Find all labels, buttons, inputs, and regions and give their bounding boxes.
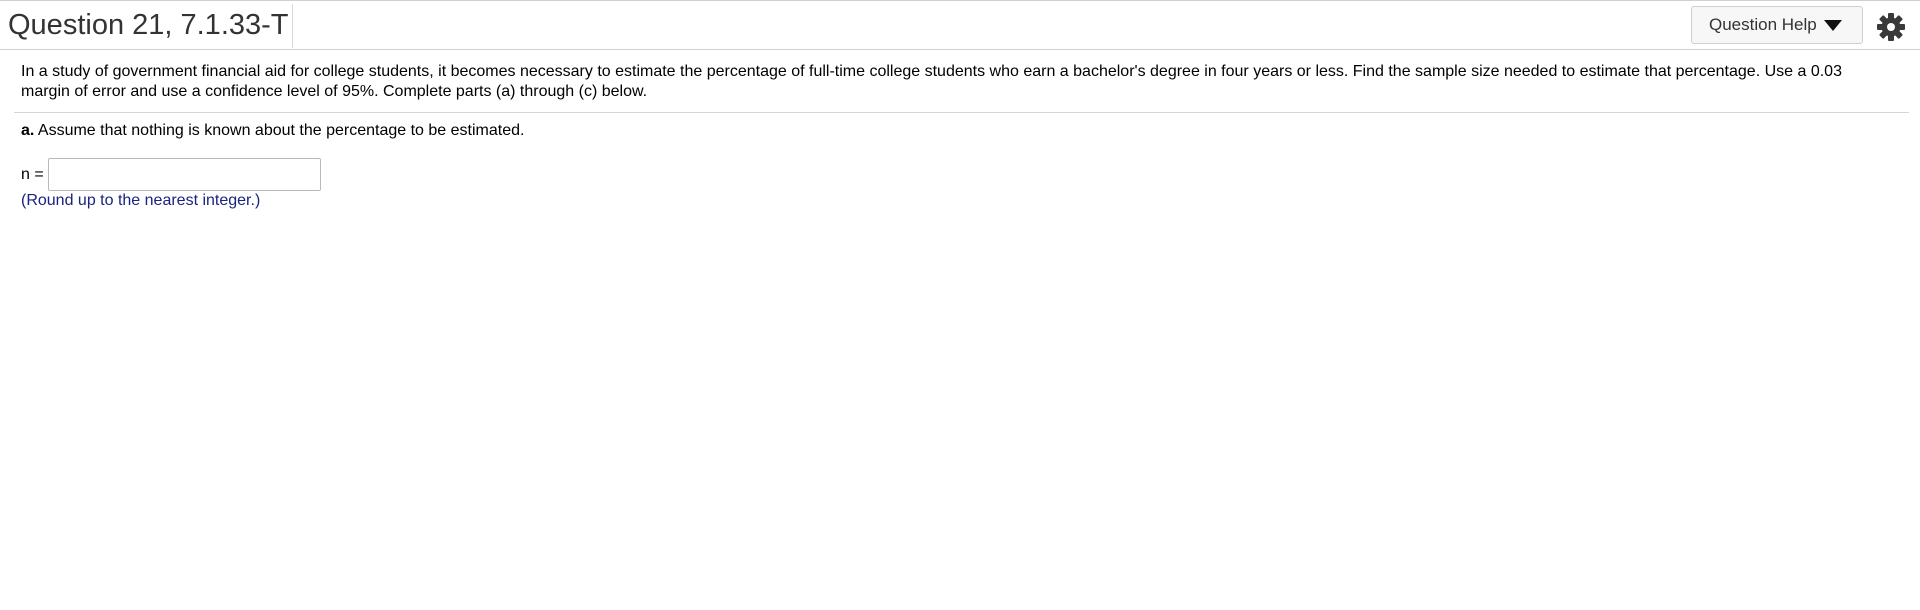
caret-down-icon bbox=[1823, 19, 1842, 31]
title-divider bbox=[292, 4, 293, 48]
answer-label: n = bbox=[21, 165, 44, 183]
sample-size-input[interactable] bbox=[47, 158, 321, 191]
problem-text: In a study of government financial aid f… bbox=[21, 63, 1842, 100]
part-a-text: Assume that nothing is known about the p… bbox=[37, 122, 525, 139]
part-a-label: a. bbox=[21, 122, 35, 139]
part-a-prompt: a. Assume that nothing is known about th… bbox=[21, 121, 524, 141]
section-divider bbox=[14, 112, 1909, 113]
question-header: Question 21, 7.1.33-T Question Help bbox=[0, 0, 1920, 50]
gear-icon[interactable] bbox=[1876, 12, 1906, 42]
rounding-hint: (Round up to the nearest integer.) bbox=[21, 192, 261, 209]
problem-statement: In a study of government financial aid f… bbox=[21, 62, 1901, 102]
question-help-label: Question Help bbox=[1709, 15, 1817, 34]
question-page: Question 21, 7.1.33-T Question Help In a… bbox=[0, 0, 1920, 610]
answer-row: n = bbox=[21, 158, 321, 191]
question-help-button[interactable]: Question Help bbox=[1691, 6, 1863, 44]
question-title: Question 21, 7.1.33-T bbox=[8, 9, 289, 41]
